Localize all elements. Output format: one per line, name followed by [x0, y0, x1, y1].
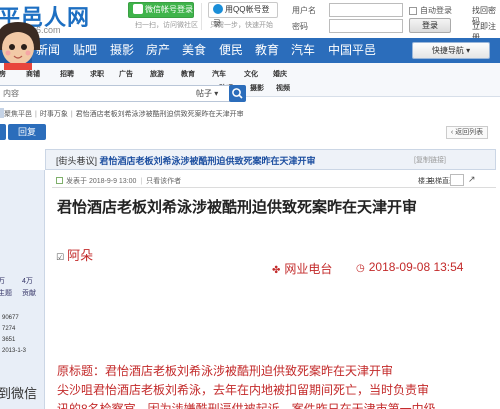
qq-login-button[interactable]: 用QQ帐号登录 [208, 2, 278, 28]
user-detail-value: 2013-1-3 [2, 348, 27, 354]
wechat-tip: 扫一扫，访问微社区 [135, 22, 198, 29]
nav-item-education[interactable]: 教育 [255, 38, 279, 63]
jump-floor-input[interactable] [450, 174, 464, 186]
article-paragraph: 原标题：君怡酒店老板刘希泳涉被酷刑迫供致死案昨在天津开审 [57, 364, 394, 378]
subnav-item[interactable]: 广告 [119, 69, 133, 79]
password-input[interactable] [329, 19, 403, 33]
qq-tip: 只需一步，快速开始 [210, 22, 273, 29]
subnav-item[interactable]: 视频 [276, 83, 290, 93]
post-title: 君怡酒店老板刘希泳涉被酷刑迫供致死案昨在天津开审 [57, 199, 418, 216]
article-paragraph: 讯的8名检察官，因为涉嫌酷刑逼供被起诉，案件昨日在天津市第一中级 [57, 402, 436, 409]
thread-title-bar: [街头巷议] 君怡酒店老板刘希泳涉被酷刑迫供致死案昨在天津开审 [复制链接] [45, 149, 496, 170]
wechat-follow-text: 到微信 [0, 386, 38, 401]
post-meta: 发表于 2018-9-9 13:00 | 只看该作者 [66, 178, 182, 185]
wechat-icon [133, 4, 143, 14]
subnav-item[interactable]: 摄影 [250, 83, 264, 93]
user-detail-value: 90677 [2, 315, 19, 321]
user-detail-value: 7274 [2, 326, 16, 332]
thread-title-text[interactable]: 君怡酒店老板刘希泳涉被酷刑迫供致死案昨在天津开审 [100, 156, 316, 166]
subnav-item[interactable]: 文化 [244, 69, 258, 79]
login-button[interactable]: 登录 [409, 18, 451, 33]
nav-item-china-pingyi[interactable]: 中国平邑 [328, 38, 376, 63]
post-time: 发表于 2018-9-9 13:00 [66, 178, 137, 185]
auto-login-label: 自动登录 [420, 6, 452, 15]
thread-category[interactable]: [街头巷议] [56, 156, 97, 166]
only-author-link[interactable]: 只看该作者 [146, 178, 181, 185]
publish-date: ◷ 2018-09-08 13:54 [356, 260, 464, 274]
breadcrumb-item[interactable]: 君怡酒店老板刘希泳涉被酷刑迫供致死案昨在天津开审 [76, 111, 244, 118]
online-status-icon [56, 177, 63, 184]
subnav-item[interactable]: 旅游 [150, 69, 164, 79]
quick-nav-button[interactable]: 快捷导航 ▾ [412, 42, 490, 59]
nav-item-food[interactable]: 美食 [182, 38, 206, 63]
clock-icon: ◷ [356, 263, 365, 274]
jump-go-icon[interactable]: ↗ [468, 175, 477, 184]
nav-item-service[interactable]: 便民 [219, 38, 243, 63]
qq-icon [213, 4, 223, 14]
breadcrumb-item[interactable]: 时事万象 [40, 111, 68, 118]
wechat-login-button[interactable]: 微信帐号登录 [128, 2, 194, 18]
thread-title: [街头巷议] 君怡酒店老板刘希泳涉被酷刑迫供致死案昨在天津开审 [56, 154, 316, 167]
nav-item-photo[interactable]: 摄影 [110, 38, 134, 63]
reporter: ☑ 阿朵 [56, 248, 94, 263]
new-post-button[interactable] [0, 124, 6, 140]
divider [52, 187, 496, 188]
article-paragraph: 尖沙咀君怡酒店老板刘希泳，去年在内地被扣留期间死亡，当时负责审 [57, 383, 430, 397]
subnav-item[interactable]: 教育 [181, 69, 195, 79]
main-nav: 论坛 新闻 贴吧 摄影 房产 美食 便民 教育 汽车 中国平邑 快捷导航 ▾ [0, 38, 500, 63]
subnav-item[interactable]: 求职 [90, 69, 104, 79]
user-contrib-count[interactable]: 4万 [22, 276, 33, 286]
password-label: 密码 [292, 22, 308, 31]
breadcrumb: 聚焦平邑 | 时事万象 | 君怡酒店老板刘希泳涉被酷刑迫供致死案昨在天津开审 [4, 111, 244, 118]
source: ✤ 网业电台 [272, 262, 333, 276]
nav-item-house[interactable]: 房产 [146, 38, 170, 63]
copy-link[interactable]: [复制链接] [414, 155, 446, 165]
user-contrib-label: 贡献 [22, 290, 36, 297]
subnav-item[interactable]: 招聘 [60, 69, 74, 79]
search-scope-select[interactable]: 帖子 ▾ [196, 85, 226, 102]
user-topics-count[interactable]: 万 [0, 276, 5, 286]
subnav-item[interactable]: 婚庆 [273, 69, 287, 79]
username-input[interactable] [329, 3, 403, 17]
subnav-item[interactable]: 汽车 [212, 69, 226, 79]
source-icon: ✤ [272, 265, 281, 276]
subnav-item[interactable]: 商铺 [26, 69, 40, 79]
reply-button[interactable]: 回复 [8, 124, 46, 140]
search-icon [232, 88, 243, 99]
top-bar: 平邑人网 www.pyr6.com 微信帐号登录 扫一扫，访问微社区 用QQ帐号… [0, 0, 500, 42]
user-detail-value: 3651 [2, 337, 16, 343]
username-label: 用户名 [292, 6, 316, 15]
breadcrumb-item[interactable]: 聚焦平邑 [4, 111, 32, 118]
divider [201, 3, 202, 30]
auto-login-checkbox[interactable] [409, 7, 417, 15]
avatar[interactable] [0, 20, 40, 70]
back-to-list-button[interactable]: ‹ 返回列表 [446, 126, 488, 139]
reporter-icon: ☑ [56, 252, 65, 262]
nav-item-tieba[interactable]: 贴吧 [73, 38, 97, 63]
user-topics-label: 主题 [0, 290, 12, 297]
search-button[interactable] [229, 85, 246, 102]
subnav-item[interactable]: 房 [0, 69, 6, 79]
nav-item-auto[interactable]: 汽车 [291, 38, 315, 63]
